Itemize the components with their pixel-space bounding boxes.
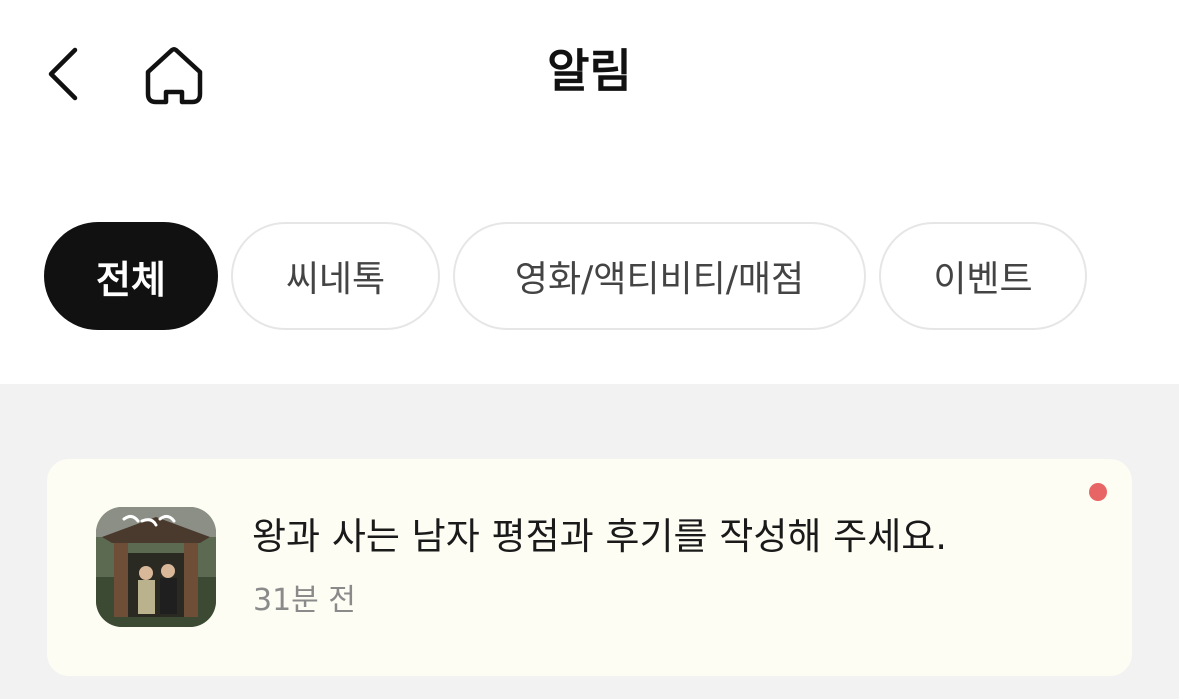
- filter-chip-movie-activity-snack[interactable]: 영화/액티비티/매점: [453, 222, 866, 330]
- top-bar: 알림: [0, 0, 1179, 150]
- notifications-page: 알림 전체 씨네톡 영화/액티비티/매점 이벤트 왕과 사는 남자 평점과 후기…: [0, 0, 1179, 699]
- filter-tabs: 전체 씨네톡 영화/액티비티/매점 이벤트: [44, 222, 1087, 330]
- movie-poster-thumbnail: [96, 507, 216, 627]
- filter-chip-all[interactable]: 전체: [44, 222, 218, 330]
- notification-title: 왕과 사는 남자 평점과 후기를 작성해 주세요.: [252, 515, 948, 558]
- filter-chip-event[interactable]: 이벤트: [879, 222, 1087, 330]
- notification-list: 왕과 사는 남자 평점과 후기를 작성해 주세요. 31분 전: [0, 384, 1179, 699]
- unread-indicator: [1089, 483, 1107, 501]
- notification-time: 31분 전: [253, 583, 356, 618]
- page-title: 알림: [547, 44, 632, 98]
- notification-card[interactable]: 왕과 사는 남자 평점과 후기를 작성해 주세요. 31분 전: [47, 459, 1132, 676]
- filter-chip-cinetalk[interactable]: 씨네톡: [231, 222, 440, 330]
